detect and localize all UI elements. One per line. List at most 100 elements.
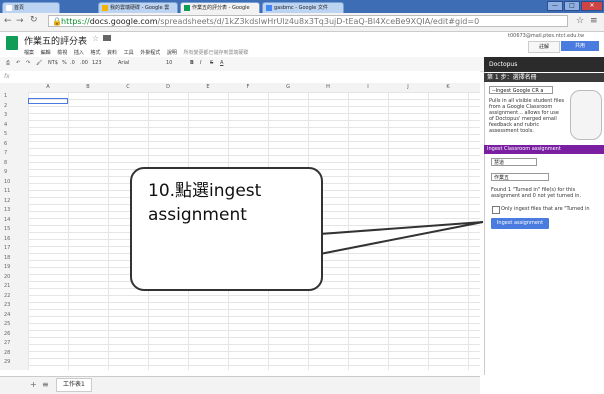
column-header[interactable]: C (108, 84, 148, 90)
menu-format[interactable]: 格式 (90, 50, 100, 56)
text-color-button[interactable]: A (220, 60, 223, 66)
row-header[interactable]: 25 (4, 321, 10, 327)
callout-pointer (319, 221, 484, 256)
folder-icon[interactable] (103, 35, 111, 41)
row-header[interactable]: 6 (4, 141, 7, 147)
row-header[interactable]: 26 (4, 331, 10, 337)
undo-icon[interactable]: ↶ (16, 60, 20, 66)
row-header[interactable]: 19 (4, 264, 10, 270)
selected-cell[interactable] (28, 98, 68, 104)
ingest-assignment-button[interactable]: Ingest assignment (491, 218, 549, 229)
row-header[interactable]: 11 (4, 188, 10, 194)
browser-tab-sheet[interactable]: 作業五的評分表 - Google (180, 2, 260, 13)
strikethrough-button[interactable]: S (210, 60, 213, 66)
column-header[interactable]: G (268, 84, 308, 90)
row-header[interactable]: 27 (4, 340, 10, 346)
row-header[interactable]: 22 (4, 293, 10, 299)
sheets-logo-icon[interactable] (6, 36, 18, 50)
row-header[interactable]: 24 (4, 312, 10, 318)
row-header[interactable]: 5 (4, 131, 7, 137)
maximize-button[interactable]: □ (564, 1, 580, 11)
percent-button[interactable]: % (62, 60, 67, 66)
menu-addons[interactable]: 外掛程式 (140, 50, 160, 56)
callout-text: 10.點選ingest assignment (148, 181, 262, 225)
sheet-list-icon[interactable]: ≡ (42, 380, 49, 389)
paint-format-icon[interactable]: 🖌 (36, 60, 42, 66)
column-header[interactable]: D (148, 84, 188, 90)
callout-arrow-shape (319, 221, 484, 256)
column-header[interactable]: I (348, 84, 388, 90)
row-header[interactable]: 7 (4, 150, 7, 156)
browser-tab-docs[interactable]: gasbmc - Google 文件 (262, 2, 344, 13)
decrease-decimal-button[interactable]: .0 (70, 60, 75, 66)
increase-decimal-button[interactable]: .00 (80, 60, 88, 66)
menu-file[interactable]: 檔案 (24, 50, 34, 56)
row-header[interactable]: 28 (4, 350, 10, 356)
row-header[interactable]: 29 (4, 359, 10, 365)
roster-select[interactable]: --Ingest Google CR a (489, 86, 553, 94)
column-header[interactable]: E (188, 84, 228, 90)
bold-button[interactable]: B (190, 60, 194, 66)
row-header[interactable]: 8 (4, 160, 7, 166)
close-window-button[interactable]: ✕ (581, 1, 603, 11)
row-header[interactable]: 18 (4, 255, 10, 261)
row-header[interactable]: 3 (4, 112, 7, 118)
user-email[interactable]: t00673@mail.ptes.ntct.edu.tw (508, 33, 584, 39)
callout-bubble: 10.點選ingest assignment (130, 167, 323, 291)
menu-view[interactable]: 檢視 (57, 50, 67, 56)
currency-button[interactable]: NT$ (48, 60, 58, 66)
redo-icon[interactable]: ↷ (26, 60, 30, 66)
row-header[interactable]: 12 (4, 198, 10, 204)
menu-data[interactable]: 資料 (107, 50, 117, 56)
row-header[interactable]: 16 (4, 236, 10, 242)
column-header[interactable]: H (308, 84, 348, 90)
minimize-button[interactable]: — (547, 1, 563, 11)
italic-button[interactable]: I (200, 60, 201, 66)
star-icon[interactable]: ☆ (576, 16, 584, 26)
sidebar-step: 第 1 步：選擇名冊 (484, 73, 604, 82)
row-header[interactable]: 23 (4, 302, 10, 308)
row-header[interactable]: 13 (4, 207, 10, 213)
turned-in-checkbox-label: Only ingest files that are "Turned in (501, 206, 590, 212)
assignment-select[interactable]: 作業五 (491, 173, 549, 181)
document-title[interactable]: 作業五的評分表 (24, 34, 87, 47)
star-doc-icon[interactable]: ☆ (92, 34, 99, 43)
reload-icon[interactable]: ↻ (30, 15, 38, 25)
row-header[interactable]: 14 (4, 217, 10, 223)
url-field[interactable]: 🔒 https://docs.google.com/spreadsheets/d… (48, 15, 568, 27)
row-header[interactable]: 2 (4, 103, 7, 109)
menu-tools[interactable]: 工具 (124, 50, 134, 56)
number-format-button[interactable]: 123 (92, 60, 102, 66)
menu-icon[interactable]: ≡ (590, 16, 598, 26)
browser-tab-drive[interactable]: 我的雲端硬碟 - Google 雲 (98, 2, 178, 13)
print-icon[interactable]: ⎙ (6, 60, 10, 66)
column-header[interactable]: A (28, 84, 68, 90)
menu-insert[interactable]: 插入 (74, 50, 84, 56)
share-button[interactable]: 共用 (561, 41, 599, 51)
menu-help[interactable]: 說明 (167, 50, 177, 56)
row-header[interactable]: 9 (4, 169, 7, 175)
forward-icon[interactable]: → (16, 16, 24, 26)
sheet-tab[interactable]: 工作表1 (56, 378, 92, 392)
add-sheet-icon[interactable]: + (30, 380, 37, 389)
row-header[interactable]: 17 (4, 245, 10, 251)
course-select[interactable]: 慧道 (491, 158, 537, 166)
row-header[interactable]: 10 (4, 179, 10, 185)
row-header[interactable]: 15 (4, 226, 10, 232)
column-header[interactable]: B (68, 84, 108, 90)
turned-in-checkbox[interactable] (492, 206, 500, 214)
column-header[interactable]: F (228, 84, 268, 90)
column-header[interactable]: K (428, 84, 468, 90)
lock-icon: 🔒 (52, 17, 62, 26)
column-header[interactable]: J (388, 84, 428, 90)
menu-edit[interactable]: 編輯 (41, 50, 51, 56)
font-select[interactable]: Arial (118, 60, 129, 66)
browser-tab-home[interactable]: 首頁 (2, 2, 60, 13)
row-header[interactable]: 4 (4, 122, 7, 128)
row-header[interactable]: 21 (4, 283, 10, 289)
comments-button[interactable]: 註解 (528, 41, 560, 53)
row-header[interactable]: 20 (4, 274, 10, 280)
back-icon[interactable]: ← (4, 16, 12, 26)
font-size-select[interactable]: 10 (166, 60, 172, 66)
row-header[interactable]: 1 (4, 93, 7, 99)
